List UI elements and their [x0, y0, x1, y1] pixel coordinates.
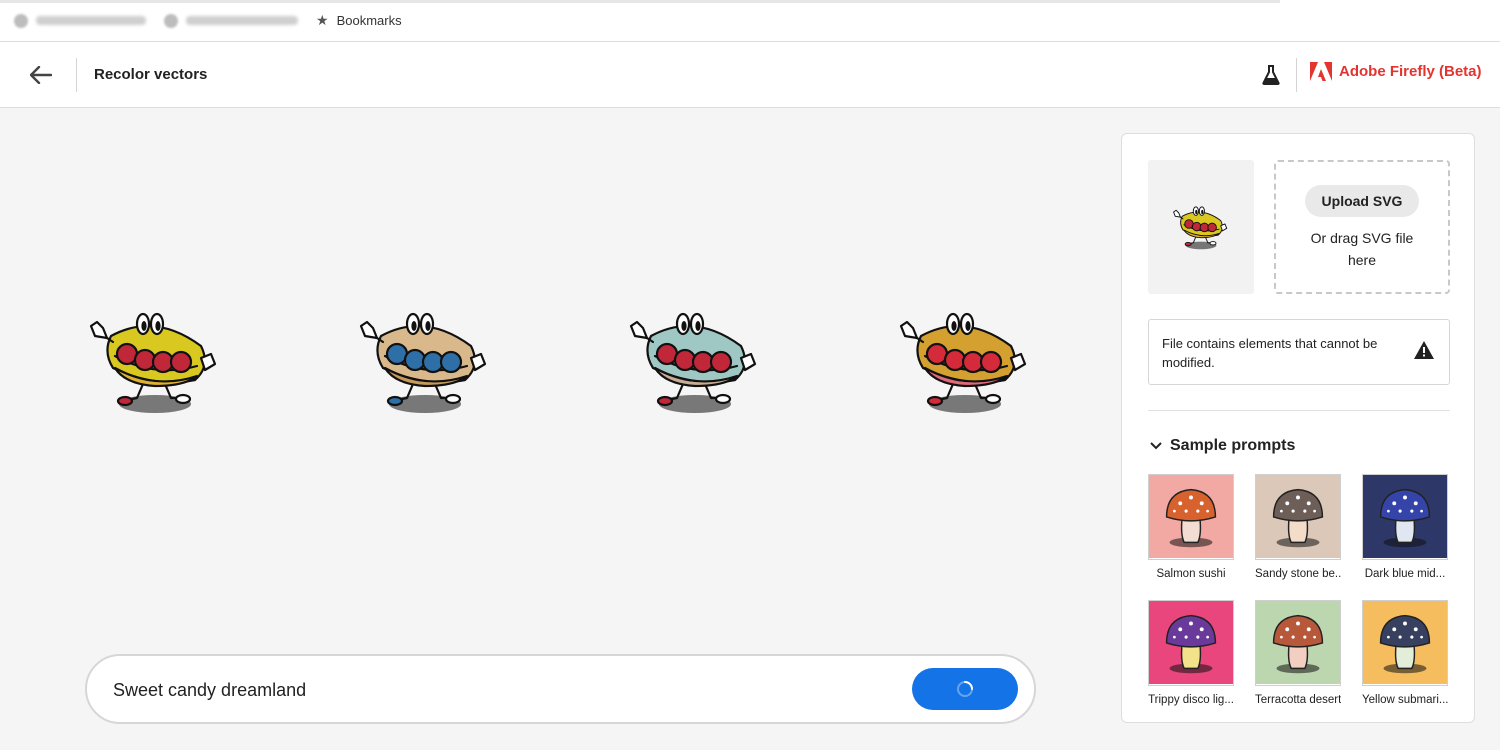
sample-prompt-label: Sandy stone be... [1255, 568, 1341, 580]
chevron-down-icon [1150, 442, 1162, 450]
star-icon: ★ [316, 12, 329, 28]
sample-prompt-card[interactable]: Terracotta desert [1255, 600, 1341, 706]
app-header: Recolor vectors Adobe Firefly (Beta) [0, 42, 1500, 108]
sample-prompt-label: Yellow submari... [1362, 694, 1448, 706]
result-variant-2[interactable] [355, 306, 495, 416]
flask-icon [1262, 65, 1280, 85]
arrow-left-icon [30, 66, 52, 84]
mascot-illustration [899, 312, 1027, 413]
result-variant-3[interactable] [625, 306, 765, 416]
warning-message: File contains elements that cannot be mo… [1148, 319, 1450, 385]
bookmark-blurred-text [36, 16, 146, 25]
mascot-illustration [629, 312, 757, 413]
sample-prompt-image [1148, 600, 1234, 686]
sample-prompt-label: Trippy disco lig... [1148, 694, 1234, 706]
sample-prompt-card[interactable]: Salmon sushi [1148, 474, 1234, 580]
upload-svg-button[interactable]: Upload SVG [1304, 185, 1420, 217]
header-divider [1296, 58, 1297, 92]
sample-prompt-card[interactable]: Sandy stone be... [1255, 474, 1341, 580]
prompt-input[interactable] [113, 676, 893, 704]
sample-prompt-image [1362, 474, 1448, 560]
drag-hint: Or drag SVG file here [1310, 230, 1414, 268]
mascot-illustration [1173, 206, 1228, 250]
result-variant-1[interactable] [85, 306, 225, 416]
back-button[interactable] [28, 62, 54, 88]
options-panel: Upload SVG Or drag SVG file here File co… [1121, 133, 1475, 723]
sample-prompt-image [1255, 600, 1341, 686]
prompt-bar [85, 654, 1036, 724]
mascot-illustration [89, 312, 217, 413]
bookmarks-label: Bookmarks [336, 13, 402, 28]
page-title: Recolor vectors [94, 66, 208, 83]
loading-spinner-icon [957, 681, 973, 697]
bookmarks-folder[interactable]: ★ Bookmarks [316, 12, 402, 29]
sample-prompt-image [1255, 474, 1341, 560]
sample-prompt-card[interactable]: Trippy disco lig... [1148, 600, 1234, 706]
adobe-firefly-brand[interactable]: Adobe Firefly (Beta) [1310, 62, 1482, 81]
panel-divider [1148, 410, 1450, 411]
svg-drop-zone[interactable]: Upload SVG Or drag SVG file here [1274, 160, 1450, 294]
source-svg-thumbnail [1148, 160, 1254, 294]
sample-prompt-card[interactable]: Dark blue mid... [1362, 474, 1448, 580]
bookmark-favicon [164, 13, 178, 28]
mushroom-illustration [1363, 601, 1447, 684]
mushroom-illustration [1363, 475, 1447, 558]
bookmarks-bar: ★ Bookmarks [0, 0, 1500, 42]
mushroom-illustration [1256, 601, 1340, 684]
generate-button[interactable] [912, 668, 1018, 710]
section-title: Sample prompts [1170, 437, 1296, 454]
labs-button[interactable] [1260, 64, 1282, 86]
adobe-logo-icon [1310, 62, 1332, 81]
sample-prompts-toggle[interactable]: Sample prompts [1150, 437, 1295, 455]
sample-prompt-label: Salmon sushi [1156, 568, 1226, 580]
warning-text: File contains elements that cannot be mo… [1162, 336, 1378, 370]
sample-prompt-label: Dark blue mid... [1364, 568, 1446, 580]
sample-prompt-image [1362, 600, 1448, 686]
result-variant-4[interactable] [895, 306, 1035, 416]
brand-name: Adobe Firefly (Beta) [1339, 63, 1482, 80]
alert-triangle-icon [1414, 341, 1434, 359]
bookmark-blurred-1[interactable] [14, 13, 146, 28]
mascot-illustration [359, 312, 487, 413]
mushroom-illustration [1256, 475, 1340, 558]
mushroom-illustration [1149, 601, 1233, 684]
bookmark-blurred-text [186, 16, 298, 25]
bookmark-blurred-2[interactable] [164, 13, 298, 28]
bookmark-favicon [14, 13, 28, 28]
mushroom-illustration [1149, 475, 1233, 558]
sample-prompt-card[interactable]: Yellow submari... [1362, 600, 1448, 706]
sample-prompt-label: Terracotta desert [1255, 694, 1341, 706]
sample-prompt-image [1148, 474, 1234, 560]
header-divider [76, 58, 77, 92]
